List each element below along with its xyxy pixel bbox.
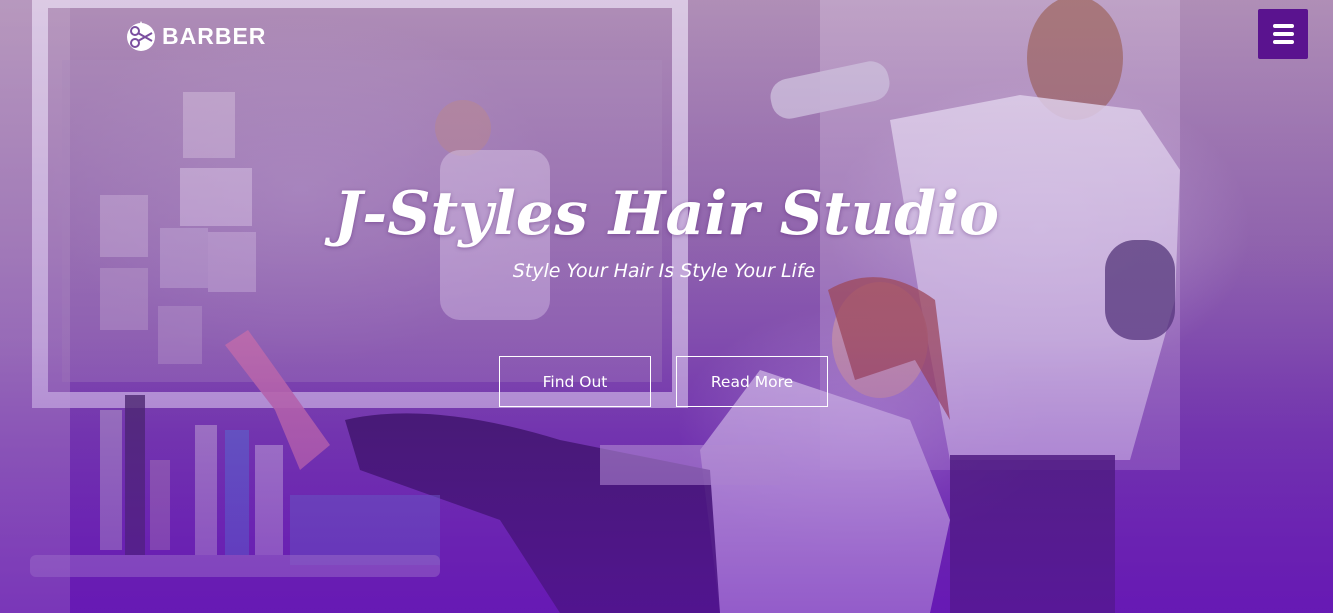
hero-title: J-Styles Hair Studio: [333, 179, 1000, 249]
menu-toggle-button[interactable]: [1258, 9, 1308, 59]
hero-section: [0, 0, 1333, 613]
hero-subtitle: Style Your Hair Is Style Your Life: [512, 260, 816, 282]
find-out-button[interactable]: Find Out: [499, 356, 651, 407]
brand-logo[interactable]: BARBER: [124, 18, 266, 54]
purple-overlay: [0, 0, 1333, 613]
logo-text: BARBER: [162, 22, 267, 49]
scissors-comb-icon: [127, 21, 155, 51]
read-more-button[interactable]: Read More: [676, 356, 828, 407]
hamburger-menu-icon: [1272, 24, 1294, 44]
